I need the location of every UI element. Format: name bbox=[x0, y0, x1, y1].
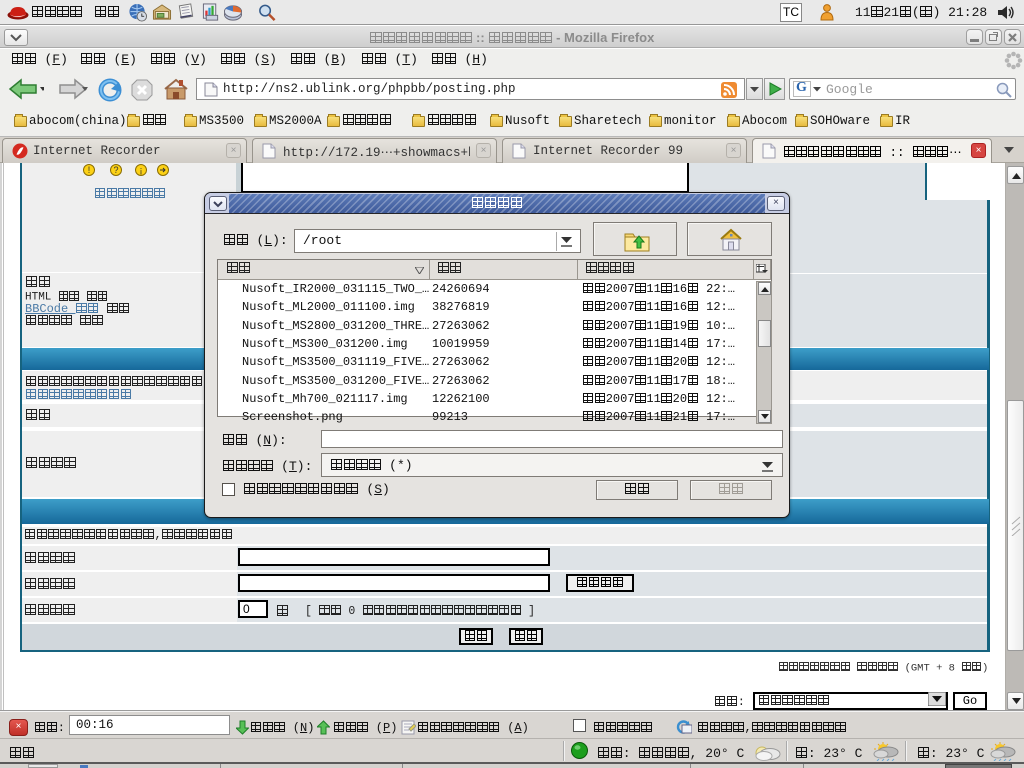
svg-text:¡: ¡ bbox=[140, 165, 143, 175]
svg-text:?: ? bbox=[113, 165, 118, 175]
svg-text:!: ! bbox=[88, 165, 91, 175]
